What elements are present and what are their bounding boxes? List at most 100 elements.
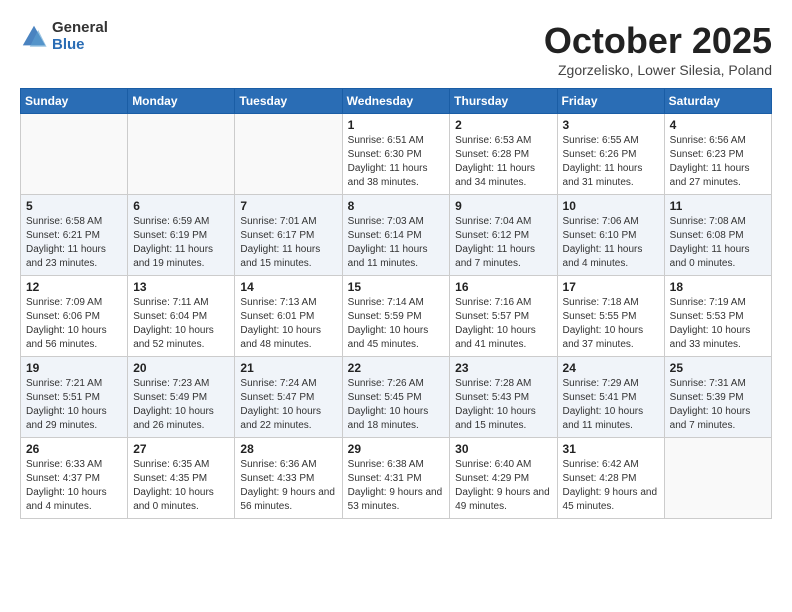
day-number: 31 <box>563 442 659 456</box>
calendar-cell: 7Sunrise: 7:01 AM Sunset: 6:17 PM Daylig… <box>235 195 342 276</box>
day-info: Sunrise: 6:42 AM Sunset: 4:28 PM Dayligh… <box>563 458 659 514</box>
day-info: Sunrise: 7:13 AM Sunset: 6:01 PM Dayligh… <box>240 296 336 352</box>
calendar-table: SundayMondayTuesdayWednesdayThursdayFrid… <box>20 88 772 519</box>
day-number: 24 <box>563 361 659 375</box>
day-number: 3 <box>563 118 659 132</box>
day-info: Sunrise: 7:21 AM Sunset: 5:51 PM Dayligh… <box>26 377 122 433</box>
calendar-cell: 23Sunrise: 7:28 AM Sunset: 5:43 PM Dayli… <box>450 357 557 438</box>
calendar-cell: 10 Sunrise: 7:06 AM Sunset: 6:10 PM Dayli… <box>557 195 664 276</box>
day-number: 4 <box>670 118 766 132</box>
logo-general-text: General <box>52 20 108 37</box>
day-info: Sunrise: 6:33 AM Sunset: 4:37 PM Dayligh… <box>26 458 122 514</box>
logo-text: General Blue <box>52 20 108 53</box>
calendar-week-row: 19 Sunrise: 7:21 AM Sunset: 5:51 PM Dayli… <box>21 357 772 438</box>
day-info: Sunrise: 7:09 AM Sunset: 6:06 PM Dayligh… <box>26 296 122 352</box>
day-info: Sunrise: 7:08 AM Sunset: 6:08 PM Dayligh… <box>670 215 766 271</box>
day-number: 23 <box>455 361 551 375</box>
day-info: Sunrise: 6:51 AM Sunset: 6:30 PM Dayligh… <box>348 134 445 190</box>
calendar-cell: 8 Sunrise: 7:03 AM Sunset: 6:14 PM Daylig… <box>342 195 450 276</box>
calendar-cell: 4 Sunrise: 6:56 AM Sunset: 6:23 PM Daylig… <box>664 114 771 195</box>
day-number: 20 <box>133 361 229 375</box>
day-info: Sunrise: 6:56 AM Sunset: 6:23 PM Dayligh… <box>670 134 766 190</box>
weekday-header-friday: Friday <box>557 89 664 114</box>
logo-icon <box>20 23 48 51</box>
day-number: 6 <box>133 199 229 213</box>
day-number: 9 <box>455 199 551 213</box>
calendar-cell: 26 Sunrise: 6:33 AM Sunset: 4:37 PM Dayli… <box>21 438 128 519</box>
calendar-cell: 27 Sunrise: 6:35 AM Sunset: 4:35 PM Dayli… <box>128 438 235 519</box>
day-number: 15 <box>348 280 445 294</box>
day-info: Sunrise: 7:16 AM Sunset: 5:57 PM Dayligh… <box>455 296 551 352</box>
weekday-header-wednesday: Wednesday <box>342 89 450 114</box>
day-number: 17 <box>563 280 659 294</box>
weekday-header-row: SundayMondayTuesdayWednesdayThursdayFrid… <box>21 89 772 114</box>
day-number: 30 <box>455 442 551 456</box>
weekday-header-sunday: Sunday <box>21 89 128 114</box>
day-info: Sunrise: 6:40 AM Sunset: 4:29 PM Dayligh… <box>455 458 551 514</box>
day-info: Sunrise: 6:55 AM Sunset: 6:26 PM Dayligh… <box>563 134 659 190</box>
day-number: 8 <box>348 199 445 213</box>
day-info: Sunrise: 7:06 AM Sunset: 6:10 PM Dayligh… <box>563 215 659 271</box>
day-number: 14 <box>240 280 336 294</box>
day-info: Sunrise: 7:03 AM Sunset: 6:14 PM Dayligh… <box>348 215 445 271</box>
calendar-cell: 5 Sunrise: 6:58 AM Sunset: 6:21 PM Daylig… <box>21 195 128 276</box>
calendar-cell: 21Sunrise: 7:24 AM Sunset: 5:47 PM Dayli… <box>235 357 342 438</box>
logo: General Blue <box>20 20 108 53</box>
day-info: Sunrise: 7:19 AM Sunset: 5:53 PM Dayligh… <box>670 296 766 352</box>
calendar-cell: 13Sunrise: 7:11 AM Sunset: 6:04 PM Dayli… <box>128 276 235 357</box>
day-number: 10 <box>563 199 659 213</box>
day-number: 5 <box>26 199 122 213</box>
page-header: General Blue October 2025 Zgorzelisko, L… <box>20 20 772 78</box>
day-number: 22 <box>348 361 445 375</box>
calendar-cell <box>235 114 342 195</box>
calendar-cell: 24 Sunrise: 7:29 AM Sunset: 5:41 PM Dayli… <box>557 357 664 438</box>
calendar-cell: 18 Sunrise: 7:19 AM Sunset: 5:53 PM Dayli… <box>664 276 771 357</box>
day-number: 19 <box>26 361 122 375</box>
calendar-cell: 6 Sunrise: 6:59 AM Sunset: 6:19 PM Daylig… <box>128 195 235 276</box>
calendar-cell: 15 Sunrise: 7:14 AM Sunset: 5:59 PM Dayli… <box>342 276 450 357</box>
day-number: 28 <box>240 442 336 456</box>
calendar-week-row: 26 Sunrise: 6:33 AM Sunset: 4:37 PM Dayli… <box>21 438 772 519</box>
location: Zgorzelisko, Lower Silesia, Poland <box>544 62 772 78</box>
calendar-cell: 12 Sunrise: 7:09 AM Sunset: 6:06 PM Dayli… <box>21 276 128 357</box>
calendar-cell: 14 Sunrise: 7:13 AM Sunset: 6:01 PM Dayli… <box>235 276 342 357</box>
day-info: Sunrise: 7:26 AM Sunset: 5:45 PM Dayligh… <box>348 377 445 433</box>
calendar-cell: 11 Sunrise: 7:08 AM Sunset: 6:08 PM Dayli… <box>664 195 771 276</box>
day-number: 11 <box>670 199 766 213</box>
day-info: Sunrise: 7:29 AM Sunset: 5:41 PM Dayligh… <box>563 377 659 433</box>
calendar-cell: 31 Sunrise: 6:42 AM Sunset: 4:28 PM Dayli… <box>557 438 664 519</box>
day-info: Sunrise: 6:58 AM Sunset: 6:21 PM Dayligh… <box>26 215 122 271</box>
day-number: 13 <box>133 280 229 294</box>
day-number: 21 <box>240 361 336 375</box>
day-number: 1 <box>348 118 445 132</box>
day-number: 27 <box>133 442 229 456</box>
weekday-header-saturday: Saturday <box>664 89 771 114</box>
calendar-cell <box>128 114 235 195</box>
calendar-cell: 20 Sunrise: 7:23 AM Sunset: 5:49 PM Dayli… <box>128 357 235 438</box>
day-info: Sunrise: 6:35 AM Sunset: 4:35 PM Dayligh… <box>133 458 229 514</box>
calendar-week-row: 12 Sunrise: 7:09 AM Sunset: 6:06 PM Dayli… <box>21 276 772 357</box>
weekday-header-tuesday: Tuesday <box>235 89 342 114</box>
day-info: Sunrise: 6:36 AM Sunset: 4:33 PM Dayligh… <box>240 458 336 514</box>
logo-blue-text: Blue <box>52 37 108 54</box>
calendar-cell: 19 Sunrise: 7:21 AM Sunset: 5:51 PM Dayli… <box>21 357 128 438</box>
calendar-cell: 29Sunrise: 6:38 AM Sunset: 4:31 PM Dayli… <box>342 438 450 519</box>
month-title: October 2025 <box>544 20 772 62</box>
day-number: 2 <box>455 118 551 132</box>
title-block: October 2025 Zgorzelisko, Lower Silesia,… <box>544 20 772 78</box>
day-number: 16 <box>455 280 551 294</box>
calendar-cell <box>664 438 771 519</box>
calendar-cell: 30 Sunrise: 6:40 AM Sunset: 4:29 PM Dayli… <box>450 438 557 519</box>
day-number: 26 <box>26 442 122 456</box>
calendar-cell: 1 Sunrise: 6:51 AM Sunset: 6:30 PM Daylig… <box>342 114 450 195</box>
day-info: Sunrise: 7:23 AM Sunset: 5:49 PM Dayligh… <box>133 377 229 433</box>
day-number: 12 <box>26 280 122 294</box>
calendar-cell: 22 Sunrise: 7:26 AM Sunset: 5:45 PM Dayli… <box>342 357 450 438</box>
calendar-week-row: 1 Sunrise: 6:51 AM Sunset: 6:30 PM Daylig… <box>21 114 772 195</box>
calendar-cell: 17Sunrise: 7:18 AM Sunset: 5:55 PM Dayli… <box>557 276 664 357</box>
calendar-cell: 16 Sunrise: 7:16 AM Sunset: 5:57 PM Dayli… <box>450 276 557 357</box>
day-info: Sunrise: 6:59 AM Sunset: 6:19 PM Dayligh… <box>133 215 229 271</box>
day-number: 18 <box>670 280 766 294</box>
calendar-cell: 2Sunrise: 6:53 AM Sunset: 6:28 PM Daylig… <box>450 114 557 195</box>
day-info: Sunrise: 7:14 AM Sunset: 5:59 PM Dayligh… <box>348 296 445 352</box>
